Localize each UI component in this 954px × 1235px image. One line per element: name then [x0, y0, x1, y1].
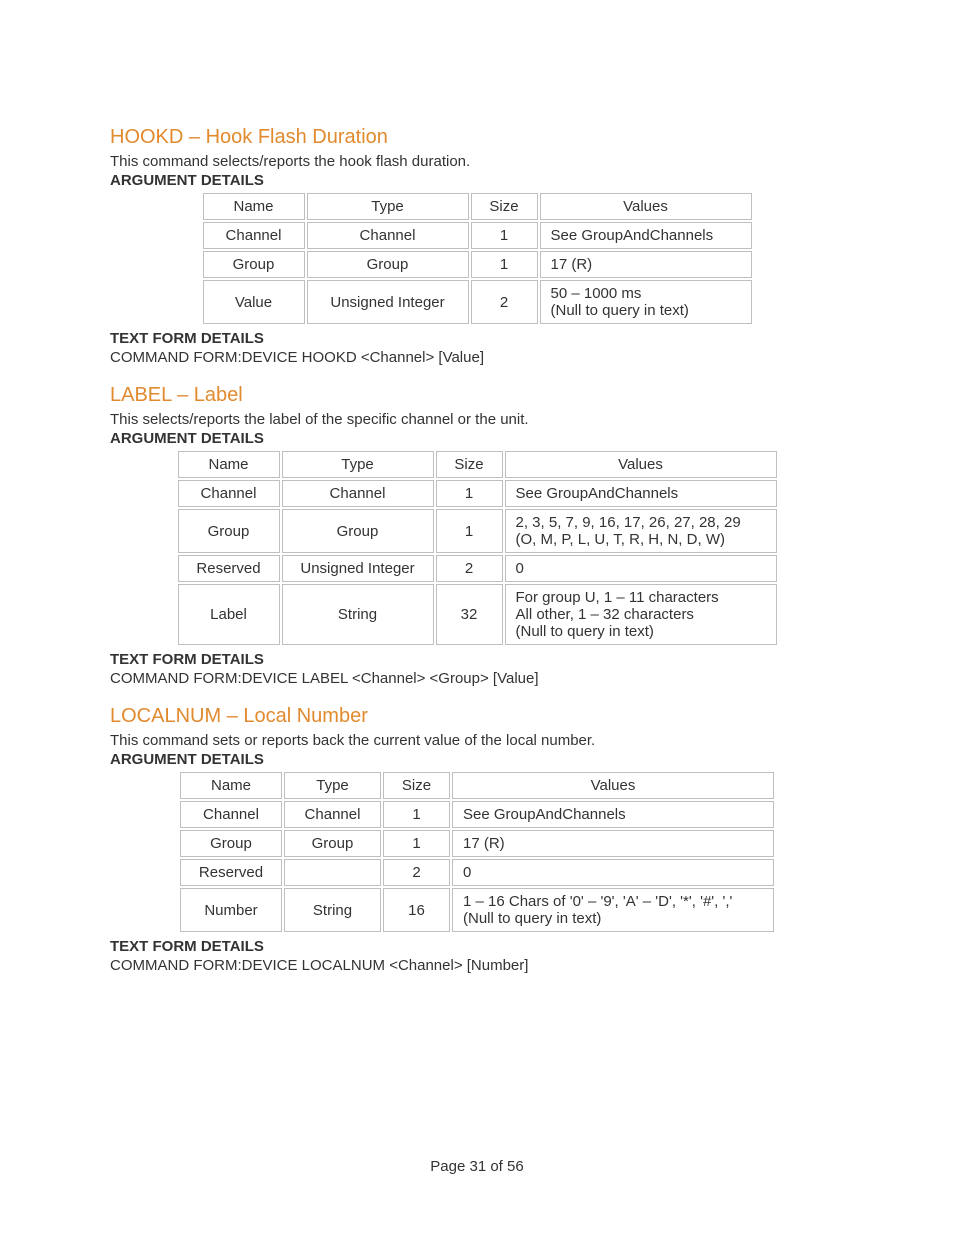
- table-row: Group Group 1 2, 3, 5, 7, 9, 16, 17, 26,…: [178, 509, 777, 553]
- cell-type: Group: [307, 251, 469, 278]
- col-name: Name: [178, 451, 280, 478]
- command-form: COMMAND FORM:DEVICE HOOKD <Channel> [Val…: [110, 349, 844, 366]
- col-type: Type: [307, 193, 469, 220]
- section-title: HOOKD – Hook Flash Duration: [110, 126, 844, 149]
- command-form: COMMAND FORM:DEVICE LOCALNUM <Channel> […: [110, 957, 844, 974]
- col-type: Type: [282, 451, 434, 478]
- table-row: Channel Channel 1 See GroupAndChannels: [203, 222, 752, 249]
- section-desc: This selects/reports the label of the sp…: [110, 411, 844, 428]
- cell-name: Reserved: [178, 555, 280, 582]
- table-row: Reserved Unsigned Integer 2 0: [178, 555, 777, 582]
- command-form: COMMAND FORM:DEVICE LABEL <Channel> <Gro…: [110, 670, 844, 687]
- col-values: Values: [452, 772, 774, 799]
- cell-values: 0: [452, 859, 774, 886]
- cell-type: Unsigned Integer: [282, 555, 434, 582]
- page-footer: Page 31 of 56: [0, 1158, 954, 1175]
- cell-name: Channel: [203, 222, 305, 249]
- cell-name: Group: [203, 251, 305, 278]
- section-label: LABEL – Label This selects/reports the l…: [110, 384, 844, 687]
- cell-type: [284, 859, 381, 886]
- col-values: Values: [505, 451, 777, 478]
- table-row: Channel Channel 1 See GroupAndChannels: [180, 801, 774, 828]
- cell-size: 1: [436, 480, 503, 507]
- cell-values: See GroupAndChannels: [505, 480, 777, 507]
- col-values: Values: [540, 193, 752, 220]
- cell-type: String: [282, 584, 434, 645]
- cell-type: Channel: [307, 222, 469, 249]
- text-form-details-label: TEXT FORM DETAILS: [110, 330, 844, 347]
- cell-values: 50 – 1000 ms(Null to query in text): [540, 280, 752, 324]
- cell-name: Label: [178, 584, 280, 645]
- cell-values: 1 – 16 Chars of '0' – '9', 'A' – 'D', '*…: [452, 888, 774, 932]
- table-header-row: Name Type Size Values: [180, 772, 774, 799]
- command-form-prefix: COMMAND FORM:: [110, 670, 242, 687]
- col-name: Name: [203, 193, 305, 220]
- cell-type: String: [284, 888, 381, 932]
- argument-details-label: ARGUMENT DETAILS: [110, 430, 844, 447]
- section-desc: This command selects/reports the hook fl…: [110, 153, 844, 170]
- cell-size: 2: [383, 859, 450, 886]
- col-size: Size: [471, 193, 538, 220]
- cell-values: For group U, 1 – 11 charactersAll other,…: [505, 584, 777, 645]
- section-title: LABEL – Label: [110, 384, 844, 407]
- cell-values: 17 (R): [540, 251, 752, 278]
- cell-size: 16: [383, 888, 450, 932]
- table-row: Group Group 1 17 (R): [203, 251, 752, 278]
- col-type: Type: [284, 772, 381, 799]
- cell-type: Unsigned Integer: [307, 280, 469, 324]
- command-form-text: DEVICE HOOKD <Channel> [Value]: [242, 349, 484, 366]
- cell-type: Group: [284, 830, 381, 857]
- cell-size: 1: [383, 830, 450, 857]
- col-size: Size: [436, 451, 503, 478]
- text-form-details-label: TEXT FORM DETAILS: [110, 938, 844, 955]
- argument-details-label: ARGUMENT DETAILS: [110, 751, 844, 768]
- cell-type: Channel: [282, 480, 434, 507]
- cell-values: 2, 3, 5, 7, 9, 16, 17, 26, 27, 28, 29(O,…: [505, 509, 777, 553]
- cell-values: See GroupAndChannels: [540, 222, 752, 249]
- cell-name: Channel: [178, 480, 280, 507]
- command-form-text: DEVICE LABEL <Channel> <Group> [Value]: [242, 670, 539, 687]
- command-form-prefix: COMMAND FORM:: [110, 957, 242, 974]
- col-name: Name: [180, 772, 282, 799]
- section-title: LOCALNUM – Local Number: [110, 705, 844, 728]
- argument-table: Name Type Size Values Channel Channel 1 …: [176, 449, 779, 647]
- cell-values: 17 (R): [452, 830, 774, 857]
- cell-name: Group: [178, 509, 280, 553]
- table-row: Label String 32 For group U, 1 – 11 char…: [178, 584, 777, 645]
- table-header-row: Name Type Size Values: [203, 193, 752, 220]
- cell-type: Channel: [284, 801, 381, 828]
- section-localnum: LOCALNUM – Local Number This command set…: [110, 705, 844, 974]
- cell-size: 1: [383, 801, 450, 828]
- cell-size: 1: [436, 509, 503, 553]
- table-header-row: Name Type Size Values: [178, 451, 777, 478]
- text-form-details-label: TEXT FORM DETAILS: [110, 651, 844, 668]
- cell-size: 1: [471, 222, 538, 249]
- table-row: Channel Channel 1 See GroupAndChannels: [178, 480, 777, 507]
- argument-table: Name Type Size Values Channel Channel 1 …: [178, 770, 776, 934]
- section-hookd: HOOKD – Hook Flash Duration This command…: [110, 126, 844, 366]
- cell-values: See GroupAndChannels: [452, 801, 774, 828]
- table-row: Reserved 2 0: [180, 859, 774, 886]
- command-form-prefix: COMMAND FORM:: [110, 349, 242, 366]
- argument-table: Name Type Size Values Channel Channel 1 …: [201, 191, 754, 326]
- cell-size: 1: [471, 251, 538, 278]
- cell-name: Group: [180, 830, 282, 857]
- cell-name: Reserved: [180, 859, 282, 886]
- cell-size: 2: [436, 555, 503, 582]
- cell-name: Value: [203, 280, 305, 324]
- section-desc: This command sets or reports back the cu…: [110, 732, 844, 749]
- cell-name: Channel: [180, 801, 282, 828]
- cell-size: 32: [436, 584, 503, 645]
- cell-values: 0: [505, 555, 777, 582]
- col-size: Size: [383, 772, 450, 799]
- table-row: Number String 16 1 – 16 Chars of '0' – '…: [180, 888, 774, 932]
- page: HOOKD – Hook Flash Duration This command…: [0, 0, 954, 1235]
- table-row: Group Group 1 17 (R): [180, 830, 774, 857]
- cell-name: Number: [180, 888, 282, 932]
- table-row: Value Unsigned Integer 2 50 – 1000 ms(Nu…: [203, 280, 752, 324]
- cell-type: Group: [282, 509, 434, 553]
- command-form-text: DEVICE LOCALNUM <Channel> [Number]: [242, 957, 529, 974]
- argument-details-label: ARGUMENT DETAILS: [110, 172, 844, 189]
- cell-size: 2: [471, 280, 538, 324]
